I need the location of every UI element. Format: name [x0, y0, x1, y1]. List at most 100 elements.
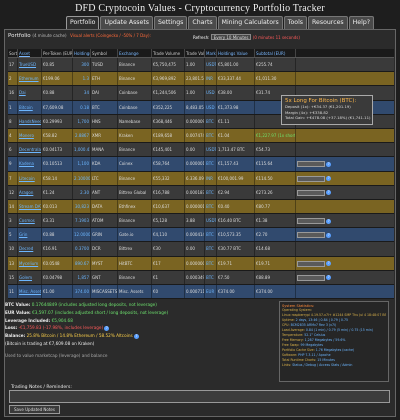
- cell-hold[interactable]: 300: [73, 58, 91, 72]
- cell-mkt[interactable]: BTC: [205, 228, 217, 242]
- tab-mining-calculators[interactable]: Mining Calculators: [217, 16, 283, 29]
- cell-exch[interactable]: Coinbase: [118, 100, 152, 114]
- cell-exch[interactable]: Namebase: [118, 114, 152, 128]
- cell-hold[interactable]: 2.8867: [73, 128, 91, 143]
- cell-hold[interactable]: 2.10000: [73, 171, 91, 185]
- cell-exch[interactable]: HitBTC: [118, 256, 152, 270]
- cell-mkt[interactable]: BTC: [205, 114, 217, 128]
- cell-mkt[interactable]: BTC: [205, 256, 217, 270]
- info-icon[interactable]: ?: [326, 275, 332, 281]
- tab-tools[interactable]: Tools: [283, 16, 308, 29]
- cell-mkt[interactable]: EUR: [205, 285, 217, 299]
- cell-mkt[interactable]: BTC: [205, 185, 217, 199]
- row-select[interactable]: [297, 274, 325, 281]
- save-notes-button[interactable]: Save Updated Notes: [9, 405, 60, 414]
- column-header[interactable]: Holdings: [73, 49, 91, 57]
- cell-exch[interactable]: Bittrex: [118, 242, 152, 256]
- cell-mkt[interactable]: USDT: [205, 143, 217, 157]
- cell-hold[interactable]: 374.00: [73, 285, 91, 299]
- cell-mkt[interactable]: USDT: [205, 58, 217, 72]
- cell-asset[interactable]: HandsNeeded: [18, 114, 42, 128]
- cell-mkt[interactable]: INR: [205, 72, 217, 86]
- cell-exch[interactable]: Coinbase: [118, 86, 152, 100]
- cell-asset[interactable]: Mycelium: [18, 256, 42, 270]
- cell-exch[interactable]: Binance: [118, 270, 152, 284]
- column-header[interactable]: Trade Value: [185, 49, 205, 57]
- cell-asset[interactable]: Stream DATAcoin: [18, 199, 42, 214]
- cell-hold[interactable]: 890.67: [73, 256, 91, 270]
- cell-asset[interactable]: TrueUSD: [18, 58, 42, 72]
- cell-hold[interactable]: 0.3700: [73, 242, 91, 256]
- cell-asset[interactable]: Decentraland: [18, 143, 42, 157]
- cell-mkt[interactable]: BTC: [205, 242, 217, 256]
- column-header[interactable]: Symbol: [91, 49, 118, 57]
- cell-asset[interactable]: Aragon: [18, 185, 42, 199]
- column-header[interactable]: Holdings Value: [217, 49, 255, 57]
- column-header[interactable]: Market: [205, 49, 217, 57]
- info-icon[interactable]: ?: [326, 161, 332, 167]
- cell-exch[interactable]: Binance: [118, 214, 152, 228]
- column-header[interactable]: Per-Token (EUR): [42, 49, 73, 57]
- tab-portfolio[interactable]: Portfolio: [66, 16, 100, 29]
- cell-exch[interactable]: Gate.io: [118, 228, 152, 242]
- cell-mkt[interactable]: USD: [205, 86, 217, 100]
- cell-exch[interactable]: Binance: [118, 143, 152, 157]
- tab-help[interactable]: Help?: [348, 16, 375, 29]
- cell-exch[interactable]: Binance: [118, 58, 152, 72]
- row-select[interactable]: [297, 232, 325, 239]
- info-icon[interactable]: ?: [326, 261, 332, 267]
- cell-hold[interactable]: 7.1903: [73, 214, 91, 228]
- cell-asset[interactable]: Golem: [18, 270, 42, 284]
- cell-asset[interactable]: Cosmos: [18, 214, 42, 228]
- row-select[interactable]: [297, 189, 325, 196]
- column-header[interactable]: Subtotal (EUR): [255, 49, 296, 57]
- cell-hold[interactable]: 1,000.41: [73, 143, 91, 157]
- trading-notes-textarea[interactable]: [9, 390, 390, 403]
- column-header[interactable]: Asset: [18, 49, 42, 57]
- cell-asset[interactable]: Bitcoin: [18, 100, 42, 114]
- tab-settings[interactable]: Settings: [153, 16, 188, 29]
- cell-hold[interactable]: 34: [73, 86, 91, 100]
- cell-mkt[interactable]: USD: [205, 100, 217, 114]
- cell-hold[interactable]: 1,700: [73, 114, 91, 128]
- cell-hold[interactable]: 30,823: [73, 199, 91, 214]
- info-icon[interactable]: ?: [326, 190, 332, 196]
- cell-asset[interactable]: Kadena: [18, 157, 42, 171]
- row-select[interactable]: [297, 175, 325, 182]
- cell-mkt[interactable]: BTC: [205, 270, 217, 284]
- info-icon[interactable]: ?: [326, 218, 332, 224]
- column-header[interactable]: Sort: [8, 49, 18, 57]
- column-header[interactable]: Exchange: [118, 49, 152, 57]
- cell-asset[interactable]: Ethereum: [18, 72, 42, 86]
- cell-hold[interactable]: 1.3: [73, 72, 91, 86]
- cell-hold[interactable]: 2.30: [73, 185, 91, 199]
- cell-asset[interactable]: Dai: [18, 86, 42, 100]
- cell-mkt[interactable]: INR: [205, 171, 217, 185]
- cell-asset[interactable]: Monero: [18, 128, 42, 143]
- info-icon[interactable]: ?: [134, 333, 140, 339]
- cell-exch[interactable]: Binance: [118, 171, 152, 185]
- refresh-select[interactable]: Every 10 Minutes: [210, 34, 252, 40]
- row-select[interactable]: [297, 161, 325, 168]
- cell-mkt[interactable]: BTC: [205, 199, 217, 214]
- visual-alerts-note[interactable]: Visual alerts (Coingecko / -50% / 7 Day)…: [70, 33, 151, 38]
- info-icon[interactable]: ?: [326, 176, 332, 181]
- tab-resources[interactable]: Resources: [308, 16, 348, 29]
- cell-hold[interactable]: 1,857: [73, 270, 91, 284]
- info-icon[interactable]: ?: [104, 325, 110, 331]
- cell-exch[interactable]: Kraken: [118, 128, 152, 143]
- cell-exch[interactable]: Coinex: [118, 157, 152, 171]
- cell-exch[interactable]: Misc. Assets: [118, 285, 152, 299]
- cell-mkt[interactable]: USDT: [205, 214, 217, 228]
- cell-asset[interactable]: Litecoin: [18, 171, 42, 185]
- tab-update-assets[interactable]: Update Assets: [100, 16, 153, 29]
- cell-exch[interactable]: Binance: [118, 72, 152, 86]
- cell-asset[interactable]: Misc. Assets: [18, 285, 42, 299]
- row-select[interactable]: [297, 260, 325, 267]
- cell-hold[interactable]: 0.18: [73, 100, 91, 114]
- cell-exch[interactable]: Bittrex Global: [118, 185, 152, 199]
- cell-mkt[interactable]: BTC: [205, 157, 217, 171]
- tab-charts[interactable]: Charts: [188, 16, 217, 29]
- cell-hold[interactable]: 12.00000: [73, 228, 91, 242]
- cell-asset[interactable]: Grin: [18, 228, 42, 242]
